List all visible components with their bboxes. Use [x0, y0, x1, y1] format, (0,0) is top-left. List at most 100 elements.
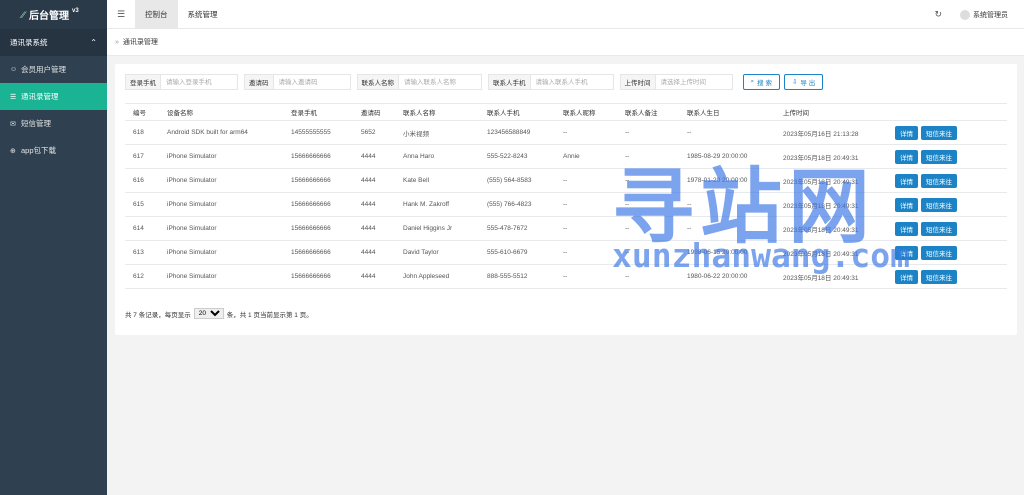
export-icon: ⇩	[791, 79, 798, 86]
table-cell: Hank M. Zakroff	[395, 192, 479, 217]
row-actions: 详情 短信来往	[891, 192, 1007, 217]
column-header: 编号	[125, 103, 159, 121]
detail-button[interactable]: 详情	[895, 125, 918, 140]
sms-history-button[interactable]: 短信来往	[921, 173, 957, 188]
watermark-url: xunzhanwang.com	[612, 236, 911, 275]
sidebar-item-1[interactable]: ☰ 通讯录管理	[0, 83, 107, 110]
table-cell: iPhone Simulator	[159, 216, 283, 241]
contact-phone-input[interactable]	[530, 75, 613, 89]
menu-group-contacts-system[interactable]: 通讯录系统 ⌃	[0, 29, 107, 56]
column-header: 联系人备注	[617, 103, 679, 121]
column-header-ops	[891, 103, 1007, 121]
detail-button[interactable]: 详情	[895, 197, 918, 212]
column-header: 设备名称	[159, 103, 283, 121]
invite-code-input[interactable]	[273, 75, 350, 89]
table-cell: 15666666666	[283, 240, 353, 265]
user-name[interactable]: 系统管理员	[973, 10, 1008, 20]
tab-system-management[interactable]: 系统管理	[178, 0, 228, 29]
table-cell: 613	[125, 240, 159, 265]
table-cell: 5652	[353, 120, 395, 145]
sidebar-item-label: app包下载	[21, 146, 57, 155]
top-navbar: ☰ 控制台 系统管理 ↻ 系统管理员	[107, 0, 1024, 29]
table-cell: 888-555-5512	[479, 264, 555, 289]
sms-history-button[interactable]: 短信来往	[921, 197, 957, 212]
column-header: 联系人手机	[479, 103, 555, 121]
table-cell: --	[555, 240, 617, 265]
sms-icon: ✉	[10, 120, 16, 128]
pagination: 共 7 条记录，每页显示 20 条，共 1 页当前显示第 1 页。	[125, 308, 313, 319]
sidebar-item-2[interactable]: ✉ 短信管理	[0, 110, 107, 137]
table-cell: iPhone Simulator	[159, 144, 283, 169]
column-header: 上传时间	[775, 103, 891, 121]
page-size-select[interactable]: 20	[193, 308, 224, 319]
table-cell: Annie	[555, 144, 617, 169]
menu-group-label: 通讯录系统	[10, 38, 48, 47]
download-icon: ⊕	[10, 147, 16, 155]
content-panel: 登录手机 邀请码 联系人名称 联系人手机 上传时间 ⌕ 搜 索 ⇩ 导 出	[115, 64, 1017, 335]
menu-toggle-icon[interactable]: ☰	[107, 9, 135, 20]
table-cell: 618	[125, 120, 159, 145]
chevron-up-icon: ⌃	[90, 38, 97, 47]
column-header: 联系人生日	[679, 103, 775, 121]
table-cell: --	[555, 264, 617, 289]
sms-history-button[interactable]: 短信来往	[921, 149, 957, 164]
table-cell: --	[555, 168, 617, 193]
filter-contact-name: 联系人名称	[356, 74, 482, 90]
sidebar-item-3[interactable]: ⊕ app包下载	[0, 137, 107, 164]
table-cell: 15666666666	[283, 168, 353, 193]
table-cell: 555-610-6679	[479, 240, 555, 265]
contact-name-input[interactable]	[399, 75, 481, 89]
column-header: 邀请码	[353, 103, 395, 121]
filter-invite-code: 邀请码	[244, 74, 351, 90]
sms-history-button[interactable]: 短信来往	[921, 221, 957, 236]
table-cell: iPhone Simulator	[159, 240, 283, 265]
table-cell: 615	[125, 192, 159, 217]
detail-button[interactable]: 详情	[895, 221, 918, 236]
sidebar-item-label: 短信管理	[21, 119, 51, 128]
logo[interactable]: ⁄⁄ 后台管理 v3	[0, 0, 107, 29]
filter-label: 邀请码	[245, 75, 274, 89]
search-icon: ⌕	[750, 78, 755, 85]
table-cell: Android SDK built for arm64	[159, 120, 283, 145]
filter-bar: 登录手机 邀请码 联系人名称 联系人手机 上传时间 ⌕ 搜 索 ⇩ 导 出	[125, 74, 824, 90]
table-cell: 15666666666	[283, 216, 353, 241]
column-header: 联系人昵称	[555, 103, 617, 121]
detail-button[interactable]: 详情	[895, 149, 918, 164]
table-cell: 555-478-7672	[479, 216, 555, 241]
tab-console[interactable]: 控制台	[135, 0, 178, 29]
detail-button[interactable]: 详情	[895, 173, 918, 188]
filter-contact-phone: 联系人手机	[488, 74, 614, 90]
column-header: 登录手机	[283, 103, 353, 121]
table-cell: 15666666666	[283, 264, 353, 289]
table-header: 编号 设备名称 登录手机 邀请码 联系人名称 联系人手机 联系人昵称 联系人备注 联系人生日 上传…	[125, 103, 1007, 121]
login-phone-input[interactable]	[161, 75, 237, 89]
search-button-label: 搜 索	[757, 80, 772, 87]
filter-label: 上传时间	[620, 75, 656, 89]
sidebar: ⁄⁄ 后台管理 v3 通讯录系统 ⌃ ☺ 会员用户管理 ☰ 通讯录管理 ✉ 短信管理 ⊕ ap…	[0, 0, 107, 495]
search-button[interactable]: ⌕ 搜 索	[742, 74, 780, 90]
sms-history-button[interactable]: 短信来往	[921, 245, 957, 260]
sms-history-button[interactable]: 短信来往	[921, 125, 957, 140]
table-cell: Kate Bell	[395, 168, 479, 193]
contacts-icon: ☰	[10, 93, 17, 101]
row-actions: 详情 短信来往	[891, 168, 1007, 193]
table-cell: 小米视频	[395, 120, 479, 145]
avatar[interactable]	[960, 9, 970, 20]
sidebar-item-0[interactable]: ☺ 会员用户管理	[0, 56, 107, 83]
filter-upload-time: 上传时间	[619, 74, 733, 90]
upload-time-input[interactable]	[655, 75, 732, 89]
export-button[interactable]: ⇩ 导 出	[783, 74, 824, 90]
table-cell: 4444	[353, 144, 395, 169]
sidebar-item-label: 会员用户管理	[21, 65, 66, 74]
table-cell: 614	[125, 216, 159, 241]
refresh-icon[interactable]: ↻	[934, 9, 942, 20]
row-actions: 详情 短信来往	[891, 144, 1007, 169]
table-cell: 4444	[353, 216, 395, 241]
sms-history-button[interactable]: 短信来往	[921, 269, 957, 284]
table-cell: 612	[125, 264, 159, 289]
table-cell: --	[555, 192, 617, 217]
table-cell: 4444	[353, 240, 395, 265]
table-cell: (555) 766-4823	[479, 192, 555, 217]
table-cell: 15666666666	[283, 192, 353, 217]
logo-icon: ⁄⁄	[22, 9, 26, 20]
